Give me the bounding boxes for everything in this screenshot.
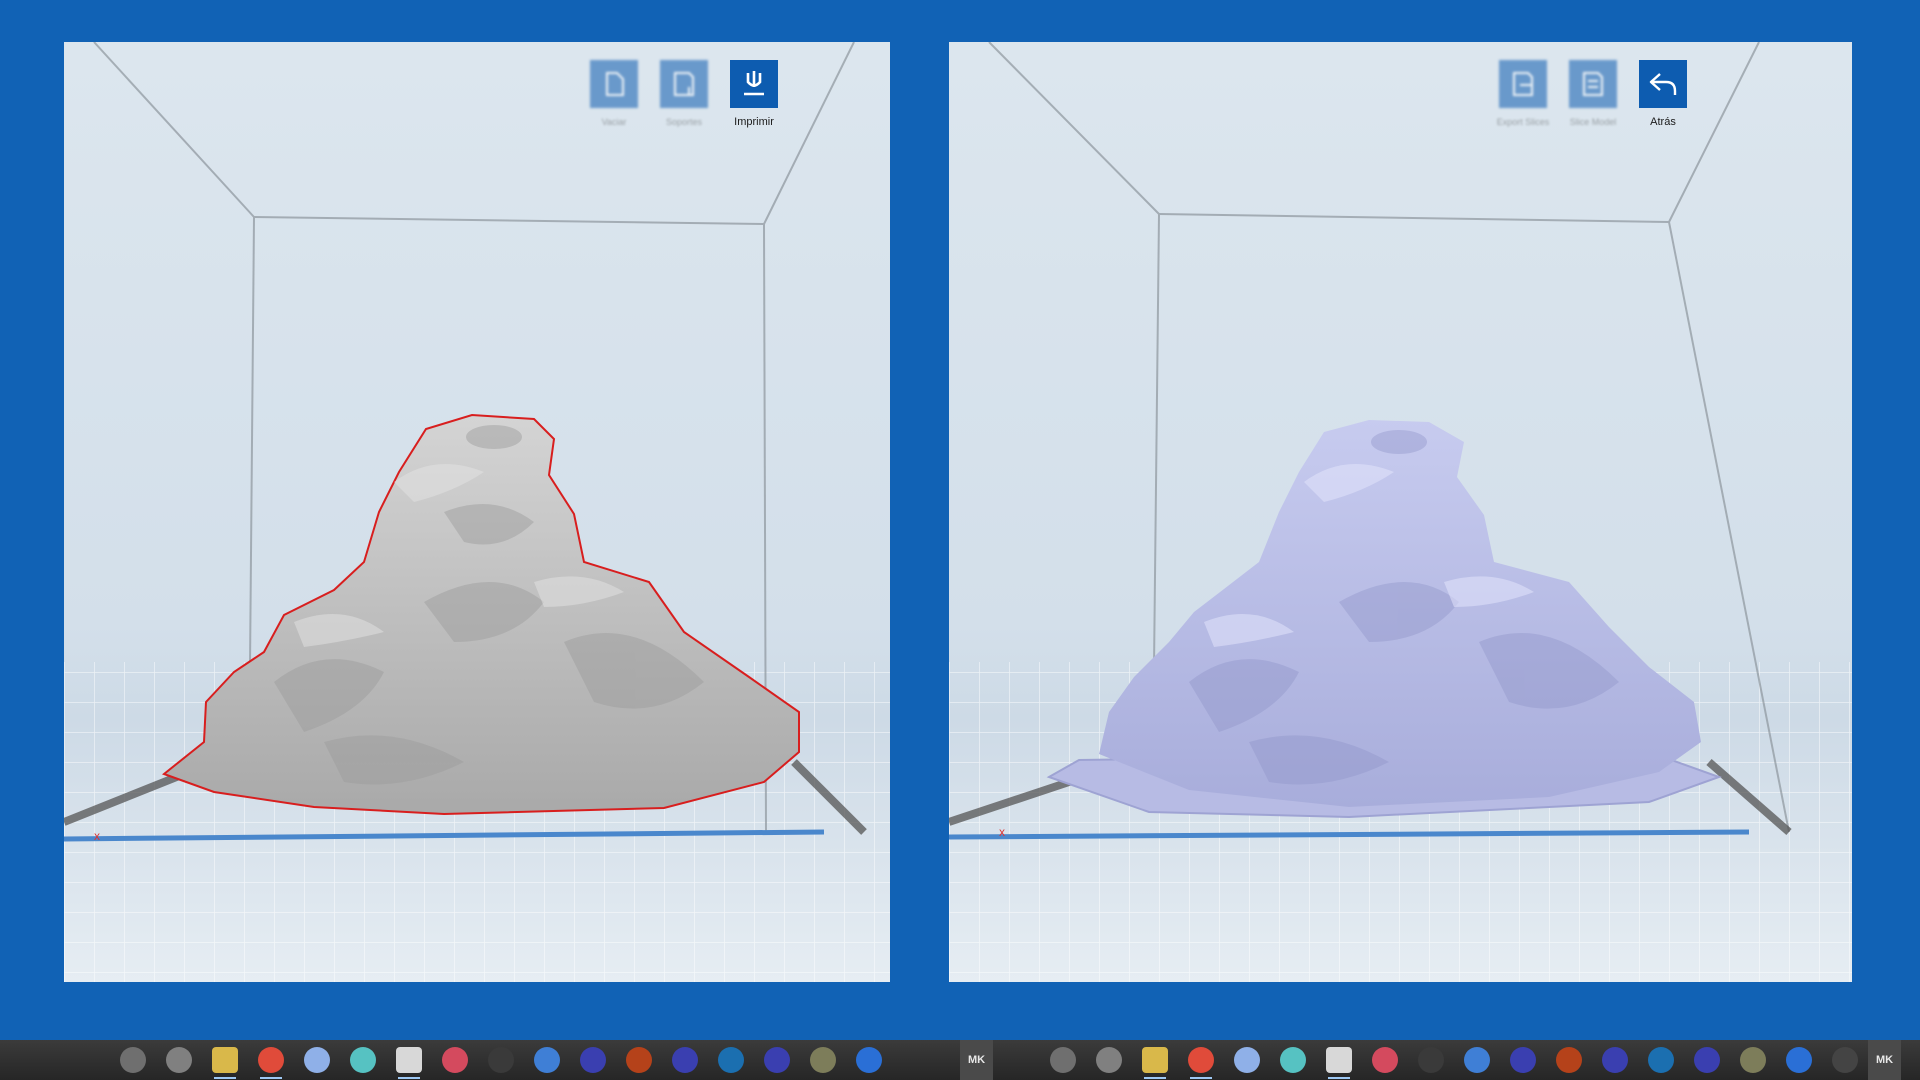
back-label: Atrás [1650,116,1676,128]
taskbar-app-icon[interactable] [810,1047,836,1073]
taskbar-app-icon[interactable] [1096,1047,1122,1073]
taskbar-app-icon[interactable] [1464,1047,1490,1073]
taskbar-app-icon[interactable] [442,1047,468,1073]
taskbar-app-icon[interactable] [1050,1047,1076,1073]
slice-model-label: Slice Model [1569,117,1617,127]
taskbar-notepad-icon[interactable] [396,1047,422,1079]
taskbar-app-icon[interactable] [120,1047,146,1073]
taskbar-app-icon[interactable] [1694,1047,1720,1073]
taskbar-app-right-label: MK [1876,1054,1894,1066]
taskbar-chrome-icon[interactable] [258,1047,284,1079]
hollow-icon [590,60,638,108]
taskbar-app-icon[interactable] [764,1047,790,1073]
taskbar-app-icon[interactable] [1740,1047,1766,1073]
hollow-label: Vaciar [601,117,627,127]
taskbar-app-icon[interactable] [1418,1047,1444,1073]
taskbar-app-icon[interactable] [1510,1047,1536,1073]
taskbar-app-icon[interactable] [626,1047,652,1073]
right-3d-viewport[interactable]: x Export Slices Slice Model Atrás [949,42,1852,982]
right-toolbar: Export Slices Slice Model Atrás [1496,60,1687,128]
taskbar-app-icon[interactable] [580,1047,606,1073]
taskbar-folder-icon[interactable] [1142,1047,1168,1079]
export-slices-button[interactable]: Export Slices [1496,60,1550,128]
taskbar-app-icon[interactable] [1786,1047,1812,1073]
taskbar-app-icon[interactable] [1556,1047,1582,1073]
export-slices-label: Export Slices [1496,117,1550,127]
taskbar-slicer-icon[interactable] [1832,1047,1858,1073]
taskbar-app-icon[interactable] [1648,1047,1674,1073]
left-scene: x [64,42,890,982]
taskbar-app-icon[interactable] [350,1047,376,1073]
taskbar-left-group [120,1040,882,1080]
supports-icon [660,60,708,108]
axis-marker: x [999,825,1005,839]
back-button[interactable]: Atrás [1639,60,1687,128]
print-label: Imprimir [734,116,774,128]
taskbar-notepad-icon[interactable] [1326,1047,1352,1079]
taskbar-slicer-icon[interactable] [856,1047,882,1073]
taskbar-app-icon[interactable] [488,1047,514,1073]
taskbar-app-left[interactable]: MK [960,1040,994,1080]
left-3d-viewport[interactable]: x Vaciar Soportes Imprimir [64,42,890,982]
left-toolbar: Vaciar Soportes Imprimir [590,60,778,128]
taskbar: MK MK [0,1040,1920,1080]
taskbar-app-icon[interactable] [166,1047,192,1073]
screen: x Vaciar Soportes Imprimir x Export Slic… [0,0,1920,1080]
taskbar-right-group [1050,1040,1858,1080]
taskbar-app-left-label: MK [968,1054,986,1066]
supports-button[interactable]: Soportes [660,60,708,128]
supports-label: Soportes [665,117,703,127]
taskbar-app-icon[interactable] [1372,1047,1398,1073]
print-button[interactable]: Imprimir [730,60,778,128]
taskbar-app-icon[interactable] [1602,1047,1628,1073]
taskbar-app-icon[interactable] [718,1047,744,1073]
taskbar-chrome-icon[interactable] [1188,1047,1214,1079]
right-scene: x [949,42,1852,982]
export-slices-icon [1499,60,1547,108]
print-icon [730,60,778,108]
taskbar-app-right[interactable]: MK [1868,1040,1902,1080]
taskbar-app-icon[interactable] [1280,1047,1306,1073]
taskbar-app-icon[interactable] [534,1047,560,1073]
slice-model-icon [1569,60,1617,108]
axis-marker: x [94,829,100,843]
back-arrow-icon [1639,60,1687,108]
taskbar-app-icon[interactable] [304,1047,330,1073]
hollow-button[interactable]: Vaciar [590,60,638,128]
taskbar-folder-icon[interactable] [212,1047,238,1079]
slice-model-button[interactable]: Slice Model [1569,60,1617,128]
taskbar-app-icon[interactable] [1234,1047,1260,1073]
taskbar-app-icon[interactable] [672,1047,698,1073]
